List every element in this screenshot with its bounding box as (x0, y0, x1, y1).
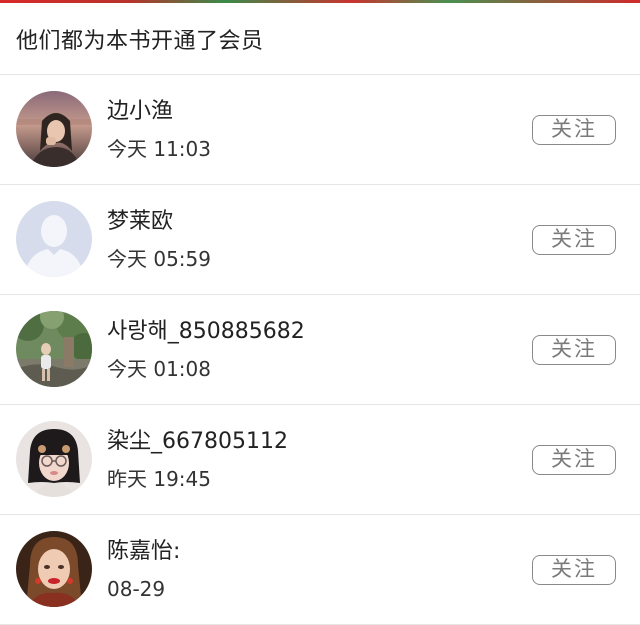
member-time: 今天 11:03 (107, 137, 211, 161)
member-time: 今天 01:08 (107, 357, 211, 381)
member-time: 昨天 19:45 (107, 467, 211, 491)
list-item[interactable]: 陈嘉怡: 08-29 关注 (0, 515, 640, 625)
member-name: 边小渔 (107, 99, 174, 124)
list-item[interactable]: 사랑해_850885682 今天 01:08 关注 (0, 295, 640, 405)
list-item[interactable]: 染尘_667805112 昨天 19:45 关注 (0, 405, 640, 515)
user-photo-avatar-icon (16, 311, 92, 387)
list-item[interactable]: 边小渔 今天 11:03 关注 (0, 75, 640, 185)
member-name: 梦莱欧 (107, 209, 174, 234)
user-avatar[interactable] (16, 91, 92, 167)
follow-button[interactable]: 关注 (532, 555, 616, 585)
member-name: 陈嘉怡: (107, 539, 181, 564)
user-photo-avatar-icon (16, 531, 92, 607)
list-item[interactable]: 梦莱欧 今天 05:59 关注 (0, 185, 640, 295)
user-photo-avatar-icon (16, 91, 92, 167)
member-name: 사랑해_850885682 (107, 319, 305, 344)
follow-button[interactable]: 关注 (532, 335, 616, 365)
user-avatar[interactable] (16, 531, 92, 607)
follow-button[interactable]: 关注 (532, 445, 616, 475)
member-time: 今天 05:59 (107, 247, 211, 271)
page-header: 他们都为本书开通了会员 (0, 3, 640, 75)
member-name: 染尘_667805112 (107, 429, 288, 454)
user-photo-avatar-icon (16, 421, 92, 497)
follow-button[interactable]: 关注 (532, 115, 616, 145)
member-list: 边小渔 今天 11:03 关注 梦莱欧 今天 05:59 关注 사랑해_8508… (0, 75, 640, 625)
page-title: 他们都为本书开通了会员 (16, 29, 264, 54)
default-user-avatar-icon (16, 201, 92, 277)
user-avatar[interactable] (16, 201, 92, 277)
user-avatar[interactable] (16, 421, 92, 497)
user-avatar[interactable] (16, 311, 92, 387)
follow-button[interactable]: 关注 (532, 225, 616, 255)
member-time: 08-29 (107, 577, 166, 601)
